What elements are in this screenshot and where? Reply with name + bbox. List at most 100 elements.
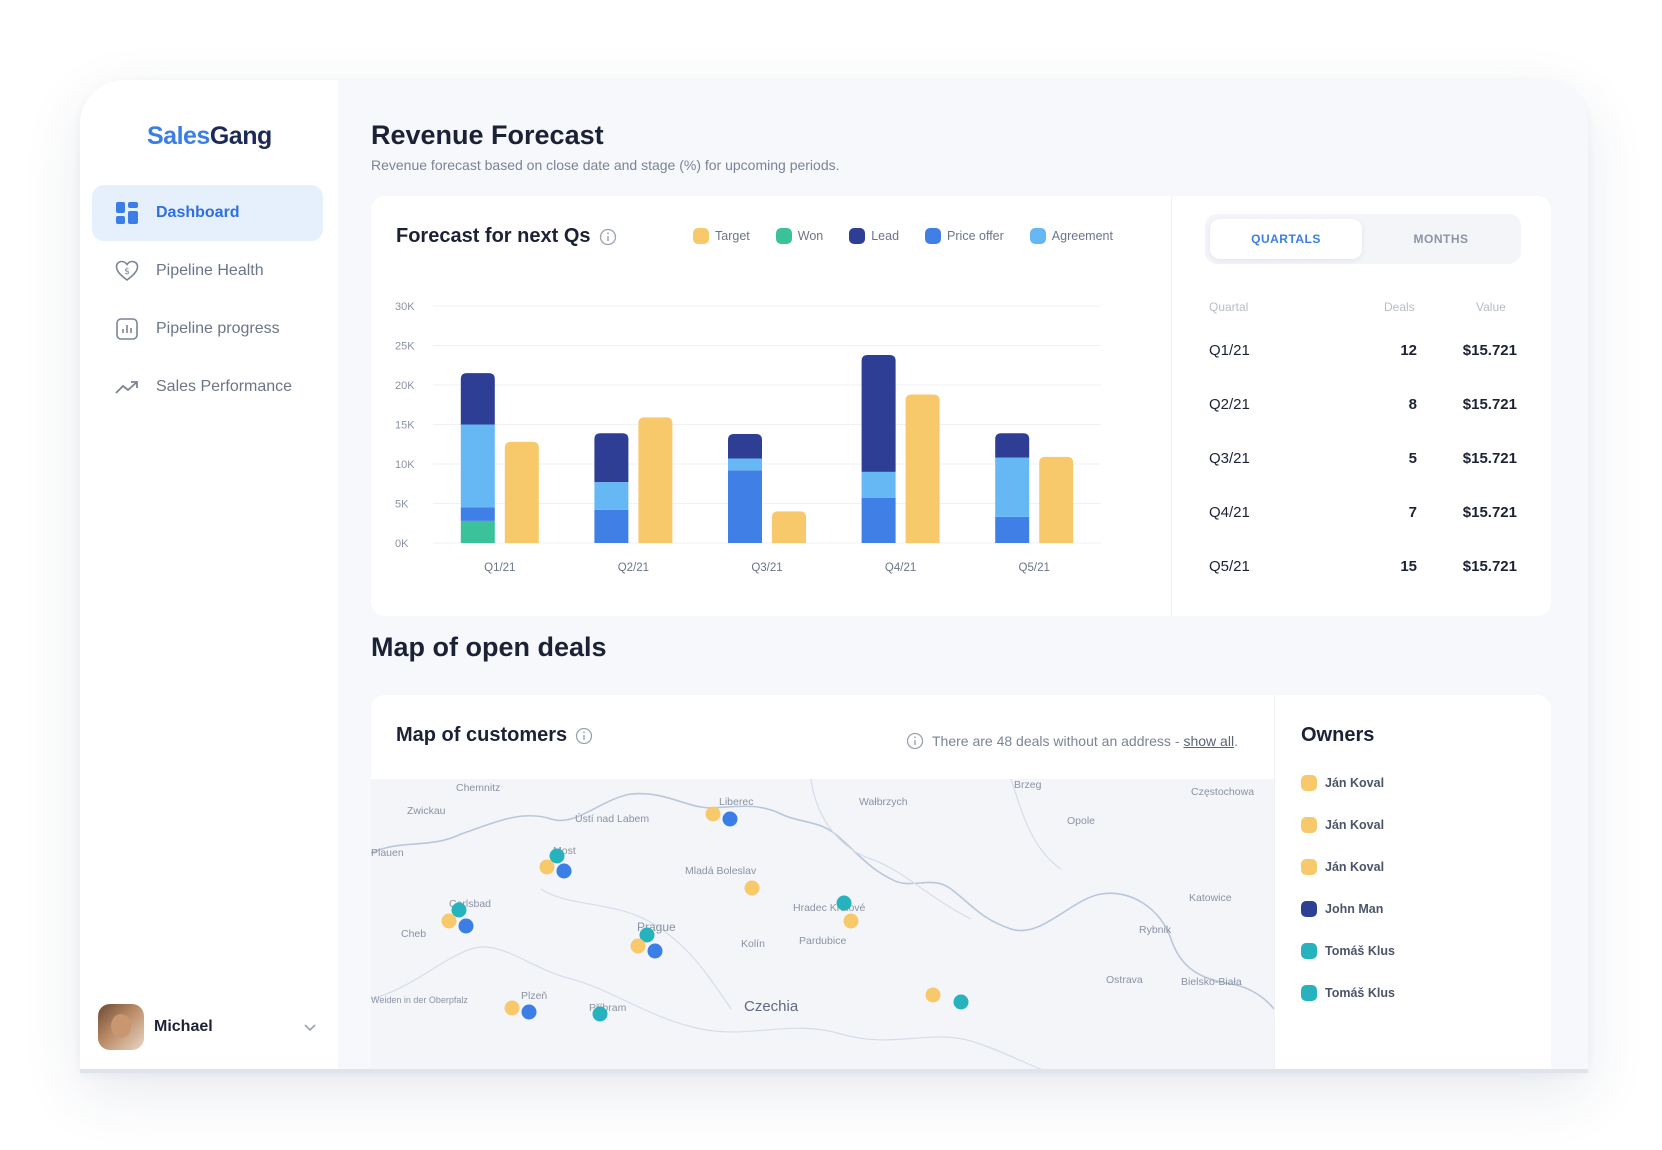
nav-label: Pipeline Health bbox=[156, 262, 264, 279]
bar-target bbox=[638, 417, 673, 543]
legend-swatch bbox=[775, 228, 792, 244]
deal-marker[interactable] bbox=[521, 1004, 537, 1020]
deal-marker[interactable] bbox=[843, 913, 859, 929]
table-row[interactable]: Q4/21 7 $15.721 bbox=[1209, 504, 1517, 528]
place-label: Czechia bbox=[744, 998, 799, 1015]
deal-marker[interactable] bbox=[556, 863, 572, 879]
table-row[interactable]: Q2/21 8 $15.721 bbox=[1209, 396, 1517, 420]
info-icon[interactable] bbox=[575, 727, 593, 745]
owner-item[interactable]: Tomáš Klus bbox=[1301, 985, 1395, 1001]
row-deals: 7 bbox=[1408, 504, 1417, 521]
row-quartal: Q3/21 bbox=[1209, 450, 1250, 467]
bar-target bbox=[504, 441, 539, 543]
owner-item[interactable]: Ján Koval bbox=[1301, 775, 1384, 791]
deal-marker[interactable] bbox=[458, 918, 474, 934]
owner-item[interactable]: Ján Koval bbox=[1301, 859, 1384, 875]
nav-item-pipeline-health[interactable]: $ Pipeline Health bbox=[92, 243, 323, 299]
deal-marker[interactable] bbox=[705, 806, 721, 822]
place-label: Kolín bbox=[741, 938, 765, 950]
legend-swatch bbox=[925, 228, 942, 244]
owner-swatch bbox=[1301, 817, 1317, 833]
y-tick-label: 20K bbox=[395, 380, 415, 392]
nav-item-dashboard[interactable]: Dashboard bbox=[92, 185, 323, 241]
place-label: Hradec Králové bbox=[793, 902, 866, 914]
place-label: Bielsko-Biała bbox=[1181, 976, 1242, 988]
bar-segment-agreement bbox=[728, 458, 762, 471]
place-label: Cheb bbox=[401, 928, 426, 940]
y-tick-label: 5K bbox=[395, 499, 409, 511]
period-toggle: QUARTALS MONTHS bbox=[1205, 214, 1521, 264]
info-icon[interactable] bbox=[599, 228, 617, 246]
legend-item-agreement: Agreement bbox=[1029, 228, 1113, 244]
bar-chart-icon bbox=[114, 316, 140, 342]
bar-segment-lead bbox=[594, 433, 629, 483]
main-content: Revenue Forecast Revenue forecast based … bbox=[338, 80, 1588, 1069]
legend-label: Agreement bbox=[1051, 229, 1113, 243]
nav-item-pipeline-progress[interactable]: Pipeline progress bbox=[92, 301, 323, 357]
user-menu[interactable]: Michael bbox=[98, 1003, 320, 1051]
owner-item[interactable]: John Man bbox=[1301, 901, 1383, 917]
bar-segment-won bbox=[460, 520, 495, 543]
note-text: There are 48 deals without an address - bbox=[932, 733, 1180, 749]
legend-label: Won bbox=[797, 229, 824, 243]
deal-marker[interactable] bbox=[441, 913, 457, 929]
bar-segment-price-offer bbox=[460, 507, 495, 521]
avatar bbox=[98, 1004, 144, 1050]
table-row[interactable]: Q1/21 12 $15.721 bbox=[1209, 342, 1517, 366]
map-title: Map of customers bbox=[396, 724, 593, 747]
row-value: $15.721 bbox=[1462, 450, 1517, 467]
place-label: Mladá Boleslav bbox=[685, 865, 757, 877]
forecast-title-text: Forecast for next Qs bbox=[396, 225, 591, 247]
deal-marker[interactable] bbox=[925, 987, 941, 1003]
table-row[interactable]: Q3/21 5 $15.721 bbox=[1209, 450, 1517, 474]
place-label: Chemnitz bbox=[456, 782, 500, 794]
bar-target bbox=[1039, 456, 1074, 543]
legend-label: Price offer bbox=[947, 229, 1004, 243]
bar-segment-lead bbox=[995, 433, 1030, 458]
place-label: Częstochowa bbox=[1191, 786, 1254, 798]
bar-segment-price-offer bbox=[861, 497, 896, 543]
forecast-title: Forecast for next Qs bbox=[396, 225, 617, 248]
place-label: Katowice bbox=[1189, 892, 1232, 904]
owner-item[interactable]: Tomáš Klus bbox=[1301, 943, 1395, 959]
show-all-link[interactable]: show all bbox=[1183, 733, 1234, 749]
brand-part1: Sales bbox=[147, 122, 210, 150]
bar-segment-lead bbox=[460, 373, 495, 425]
card-divider bbox=[1274, 695, 1275, 1069]
owner-swatch bbox=[1301, 775, 1317, 791]
table-row[interactable]: Q5/21 15 $15.721 bbox=[1209, 558, 1517, 582]
deal-marker[interactable] bbox=[592, 1006, 608, 1022]
tab-quartals[interactable]: QUARTALS bbox=[1210, 219, 1362, 259]
tab-months[interactable]: MONTHS bbox=[1365, 219, 1517, 259]
deal-marker[interactable] bbox=[722, 811, 738, 827]
nav-item-sales-performance[interactable]: Sales Performance bbox=[92, 359, 323, 415]
y-tick-label: 25K bbox=[395, 341, 415, 353]
brand-logo[interactable]: SalesGang bbox=[147, 122, 272, 151]
deal-marker[interactable] bbox=[836, 895, 852, 911]
trend-up-icon bbox=[114, 374, 140, 400]
bar-segment-agreement bbox=[995, 457, 1030, 517]
section-title: Map of open deals bbox=[371, 632, 607, 662]
owner-swatch bbox=[1301, 985, 1317, 1001]
owner-item[interactable]: Ján Koval bbox=[1301, 817, 1384, 833]
nav-label: Pipeline progress bbox=[156, 320, 280, 337]
y-tick-label: 30K bbox=[395, 301, 415, 313]
deal-marker[interactable] bbox=[647, 943, 663, 959]
deal-marker[interactable] bbox=[953, 994, 969, 1010]
place-label: Pardubice bbox=[799, 935, 846, 947]
legend-item-lead: Lead bbox=[849, 228, 899, 244]
x-tick-label: Q2/21 bbox=[618, 562, 649, 574]
row-deals: 12 bbox=[1400, 342, 1417, 359]
x-tick-label: Q5/21 bbox=[1019, 562, 1050, 574]
dashboard-icon bbox=[114, 200, 140, 226]
deal-marker[interactable] bbox=[744, 880, 760, 896]
customer-map[interactable]: Chemnitz Zwickau Plauen Ústí nad Labem L… bbox=[371, 779, 1274, 1073]
bar-segment-price-offer bbox=[594, 509, 629, 543]
deal-marker[interactable] bbox=[504, 1000, 520, 1016]
card-divider bbox=[1171, 196, 1172, 616]
row-quartal: Q5/21 bbox=[1209, 558, 1250, 575]
place-label: Opole bbox=[1067, 815, 1095, 827]
deal-marker[interactable] bbox=[630, 938, 646, 954]
owner-name: Ján Koval bbox=[1325, 776, 1385, 790]
deal-marker[interactable] bbox=[539, 859, 555, 875]
